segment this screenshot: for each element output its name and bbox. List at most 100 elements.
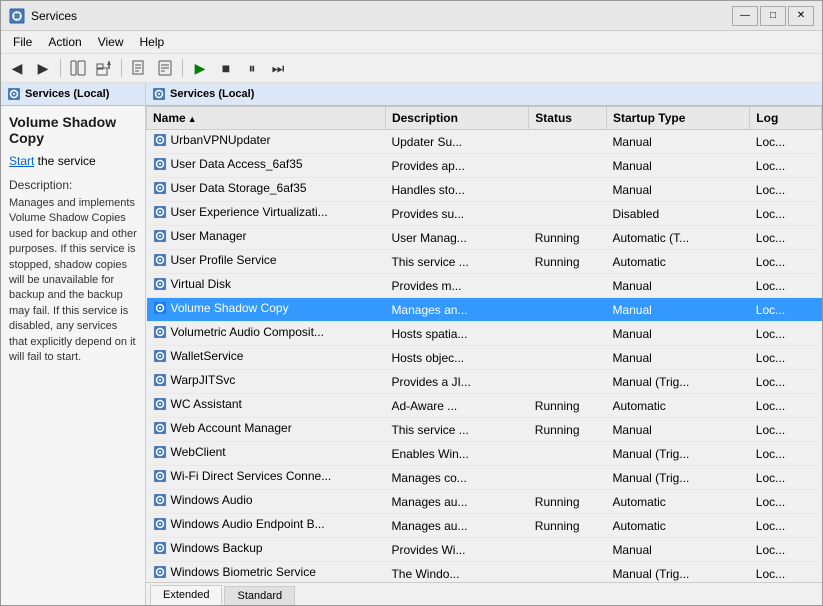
service-name: Web Account Manager xyxy=(171,421,292,435)
table-row[interactable]: UrbanVPNUpdaterUpdater Su...ManualLoc... xyxy=(147,130,822,154)
description-label: Description: xyxy=(9,178,137,192)
left-panel-body: Volume Shadow Copy Start the service Des… xyxy=(1,106,145,605)
service-name-cell: UrbanVPNUpdater xyxy=(147,130,386,154)
service-status-cell xyxy=(529,274,607,298)
table-row[interactable]: Virtual DiskProvides m...ManualLoc... xyxy=(147,274,822,298)
service-startup-cell: Automatic (T... xyxy=(606,226,749,250)
col-header-description[interactable]: Description xyxy=(385,107,528,130)
col-header-status[interactable]: Status xyxy=(529,107,607,130)
service-description: Manages and implements Volume Shadow Cop… xyxy=(9,196,137,365)
service-startup-cell: Manual xyxy=(606,538,749,562)
service-row-icon xyxy=(153,445,167,459)
service-status-cell xyxy=(529,202,607,226)
table-row[interactable]: WalletServiceHosts objec...ManualLoc... xyxy=(147,346,822,370)
start-service-button[interactable]: ▶ xyxy=(188,57,212,79)
services-table-container[interactable]: Name▲ Description Status Startup Type Lo… xyxy=(146,106,822,582)
sort-arrow: ▲ xyxy=(188,114,197,124)
start-service-link[interactable]: Start xyxy=(9,154,34,168)
properties-button[interactable] xyxy=(153,57,177,79)
table-row[interactable]: WebClientEnables Win...Manual (Trig...Lo… xyxy=(147,442,822,466)
col-header-name[interactable]: Name▲ xyxy=(147,107,386,130)
service-row-icon xyxy=(153,373,167,387)
back-button[interactable]: ◀ xyxy=(5,57,29,79)
services-icon xyxy=(7,87,21,101)
table-row[interactable]: Wi-Fi Direct Services Conne...Manages co… xyxy=(147,466,822,490)
table-row[interactable]: Windows Audio Endpoint B...Manages au...… xyxy=(147,514,822,538)
service-name-cell: WebClient xyxy=(147,442,386,466)
service-row-icon xyxy=(153,421,167,435)
uplevel-button[interactable] xyxy=(92,57,116,79)
service-startup-cell: Manual (Trig... xyxy=(606,466,749,490)
service-startup-cell: Manual xyxy=(606,154,749,178)
tab-extended[interactable]: Extended xyxy=(150,585,222,605)
toolbar-sep-2 xyxy=(121,59,122,77)
service-row-icon xyxy=(153,301,167,315)
right-panel: Services (Local) Name▲ Description Statu… xyxy=(146,83,822,605)
service-row-icon xyxy=(153,493,167,507)
menu-help[interactable]: Help xyxy=(132,33,173,51)
window-icon xyxy=(9,8,25,24)
service-description-cell: Ad-Aware ... xyxy=(385,394,528,418)
show-hide-button[interactable] xyxy=(66,57,90,79)
service-row-icon xyxy=(153,205,167,219)
service-name-cell: Wi-Fi Direct Services Conne... xyxy=(147,466,386,490)
table-row[interactable]: User Data Storage_6af35Handles sto...Man… xyxy=(147,178,822,202)
service-status-cell: Running xyxy=(529,490,607,514)
stop-service-button[interactable]: ■ xyxy=(214,57,238,79)
service-name: WC Assistant xyxy=(171,397,242,411)
minimize-button[interactable]: — xyxy=(732,6,758,26)
table-row[interactable]: Windows Biometric ServiceThe Windo...Man… xyxy=(147,562,822,583)
main-content: Services (Local) Volume Shadow Copy Star… xyxy=(1,83,822,605)
service-startup-cell: Disabled xyxy=(606,202,749,226)
action-suffix: the service xyxy=(34,154,95,168)
table-row[interactable]: Windows BackupProvides Wi...ManualLoc... xyxy=(147,538,822,562)
col-header-logon[interactable]: Log xyxy=(750,107,822,130)
service-logon-cell: Loc... xyxy=(750,250,822,274)
service-row-icon xyxy=(153,253,167,267)
export-list-button[interactable] xyxy=(127,57,151,79)
service-row-icon xyxy=(153,325,167,339)
service-logon-cell: Loc... xyxy=(750,202,822,226)
service-name-cell: User Data Access_6af35 xyxy=(147,154,386,178)
table-row[interactable]: User ManagerUser Manag...RunningAutomati… xyxy=(147,226,822,250)
service-action: Start the service xyxy=(9,154,137,168)
service-name-cell: Virtual Disk xyxy=(147,274,386,298)
table-row[interactable]: Volumetric Audio Composit...Hosts spatia… xyxy=(147,322,822,346)
service-startup-cell: Manual (Trig... xyxy=(606,442,749,466)
service-logon-cell: Loc... xyxy=(750,178,822,202)
service-status-cell xyxy=(529,130,607,154)
service-name: User Profile Service xyxy=(171,253,277,267)
table-row[interactable]: Volume Shadow CopyManages an...ManualLoc… xyxy=(147,298,822,322)
pause-service-button[interactable]: ⏸ xyxy=(240,57,264,79)
service-description-cell: Provides ap... xyxy=(385,154,528,178)
col-header-startup[interactable]: Startup Type xyxy=(606,107,749,130)
service-name: User Manager xyxy=(171,229,247,243)
table-row[interactable]: WarpJITSvcProvides a JI...Manual (Trig..… xyxy=(147,370,822,394)
table-row[interactable]: Windows AudioManages au...RunningAutomat… xyxy=(147,490,822,514)
service-description-cell: Handles sto... xyxy=(385,178,528,202)
menu-view[interactable]: View xyxy=(90,33,132,51)
resume-service-button[interactable]: ⏭ xyxy=(266,57,290,79)
right-panel-icon xyxy=(152,87,166,101)
tab-standard[interactable]: Standard xyxy=(224,586,295,605)
menu-file[interactable]: File xyxy=(5,33,40,51)
menu-action[interactable]: Action xyxy=(40,33,89,51)
table-row[interactable]: User Experience Virtualizati...Provides … xyxy=(147,202,822,226)
maximize-button[interactable]: □ xyxy=(760,6,786,26)
service-name-cell: User Manager xyxy=(147,226,386,250)
service-name-cell: WalletService xyxy=(147,346,386,370)
forward-button[interactable]: ▶ xyxy=(31,57,55,79)
service-status-cell xyxy=(529,298,607,322)
close-button[interactable]: ✕ xyxy=(788,6,814,26)
service-status-cell xyxy=(529,154,607,178)
service-startup-cell: Automatic xyxy=(606,490,749,514)
tabs-bar: Extended Standard xyxy=(146,582,822,605)
service-logon-cell: Loc... xyxy=(750,226,822,250)
table-row[interactable]: User Data Access_6af35Provides ap... Manu… xyxy=(147,154,822,178)
service-logon-cell: Loc... xyxy=(750,298,822,322)
table-row[interactable]: Web Account ManagerThis service ...Runni… xyxy=(147,418,822,442)
table-row[interactable]: User Profile ServiceThis service ...Runn… xyxy=(147,250,822,274)
table-row[interactable]: WC AssistantAd-Aware ...RunningAutomatic… xyxy=(147,394,822,418)
right-panel-title: Services (Local) xyxy=(170,88,254,100)
service-startup-cell: Manual xyxy=(606,298,749,322)
